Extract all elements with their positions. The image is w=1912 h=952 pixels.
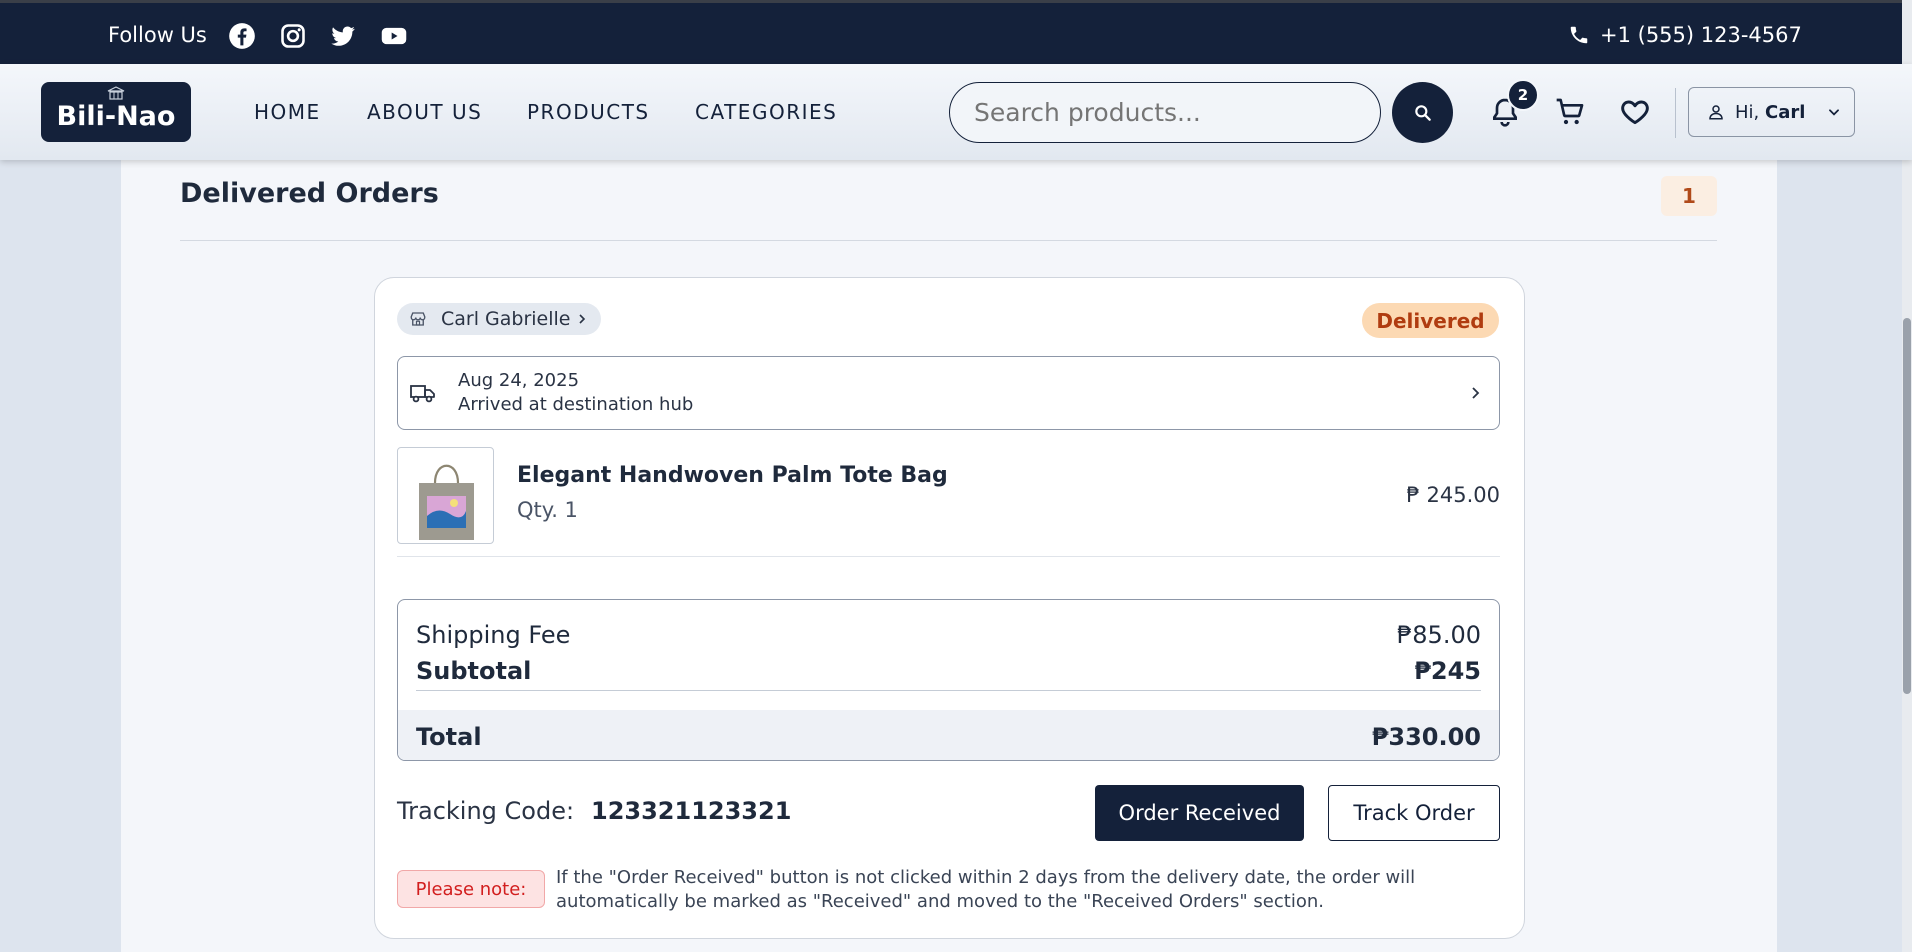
tote-bag-image: [419, 464, 474, 540]
nav-link-about-us[interactable]: ABOUT US: [367, 100, 482, 124]
total-label: Total: [416, 723, 482, 751]
instagram-icon[interactable]: [279, 22, 307, 50]
product-divider: [397, 556, 1500, 557]
product-price: ₱ 245.00: [1406, 483, 1500, 507]
user-greeting: Hi, Carl: [1735, 101, 1806, 123]
product-thumbnail[interactable]: [397, 447, 494, 544]
cart-icon[interactable]: [1554, 96, 1586, 128]
scrollbar-thumb[interactable]: [1903, 318, 1911, 694]
logo-text: Bili-Nao: [56, 101, 176, 132]
nav-link-home[interactable]: HOME: [254, 100, 321, 124]
main-navigation: Bili-Nao HOME ABOUT US PRODUCTS CATEGORI…: [0, 64, 1912, 160]
product-name[interactable]: Elegant Handwoven Palm Tote Bag: [517, 463, 948, 488]
phone-icon: [1570, 26, 1588, 44]
note-text: If the "Order Received" button is not cl…: [556, 867, 1416, 912]
site-logo[interactable]: Bili-Nao: [41, 82, 191, 142]
subtotal-value: ₱245: [1414, 657, 1481, 685]
subtotal-row: Subtotal ₱245: [416, 657, 1481, 685]
note-label: Please note:: [397, 870, 545, 908]
search-icon: [1414, 104, 1431, 121]
total-row: Total ₱330.00: [416, 723, 1481, 751]
nav-divider: [1675, 88, 1676, 138]
shipping-fee-row: Shipping Fee ₱85.00: [416, 621, 1481, 649]
chevron-right-icon: [578, 314, 585, 324]
order-received-button[interactable]: Order Received: [1095, 785, 1304, 841]
chevron-right-icon: [1472, 387, 1480, 399]
top-bar: Follow Us +1 (555) 123-4567: [0, 0, 1912, 64]
search-button[interactable]: [1392, 82, 1453, 143]
tracking-code-value: 123321123321: [591, 797, 792, 825]
subtotal-label: Subtotal: [416, 657, 532, 685]
shipping-fee-value: ₱85.00: [1397, 621, 1481, 649]
chevron-down-icon: [1829, 109, 1840, 116]
order-status-badge: Delivered: [1362, 303, 1499, 338]
nav-link-categories[interactable]: CATEGORIES: [695, 100, 837, 124]
shipping-status-row[interactable]: Aug 24, 2025 Arrived at destination hub: [397, 356, 1500, 430]
section-title: Delivered Orders: [180, 178, 439, 209]
shop-link[interactable]: Carl Gabrielle: [397, 303, 601, 335]
order-summary: Shipping Fee ₱85.00 Subtotal ₱245 Total …: [397, 599, 1500, 761]
user-icon: [1709, 105, 1723, 120]
phone-number: +1 (555) 123-4567: [1600, 23, 1802, 47]
nav-link-products[interactable]: PRODUCTS: [527, 100, 650, 124]
twitter-icon[interactable]: [329, 22, 357, 50]
order-count-badge: 1: [1661, 176, 1717, 216]
phone-contact[interactable]: +1 (555) 123-4567: [1568, 23, 1802, 47]
notification-count-badge: 2: [1507, 79, 1539, 111]
total-value: ₱330.00: [1371, 723, 1481, 751]
heart-icon[interactable]: [1619, 96, 1651, 128]
truck-icon: [410, 385, 435, 403]
store-icon: [410, 312, 426, 326]
youtube-icon[interactable]: [380, 22, 408, 50]
store-icon: [107, 86, 125, 100]
user-menu-button[interactable]: Hi, Carl: [1688, 87, 1855, 137]
section-divider: [180, 240, 1717, 241]
shop-name: Carl Gabrielle: [441, 308, 571, 330]
follow-us-label: Follow Us: [108, 23, 207, 47]
shipping-date: Aug 24, 2025: [458, 370, 580, 391]
shipping-fee-label: Shipping Fee: [416, 621, 571, 649]
shipping-status-text: Arrived at destination hub: [458, 394, 694, 415]
tracking-code-label: Tracking Code:: [397, 797, 575, 825]
product-quantity: Qty. 1: [517, 498, 578, 522]
facebook-icon[interactable]: [228, 22, 256, 50]
track-order-button[interactable]: Track Order: [1328, 785, 1500, 841]
summary-divider: [416, 690, 1481, 691]
search-input[interactable]: [949, 82, 1381, 143]
